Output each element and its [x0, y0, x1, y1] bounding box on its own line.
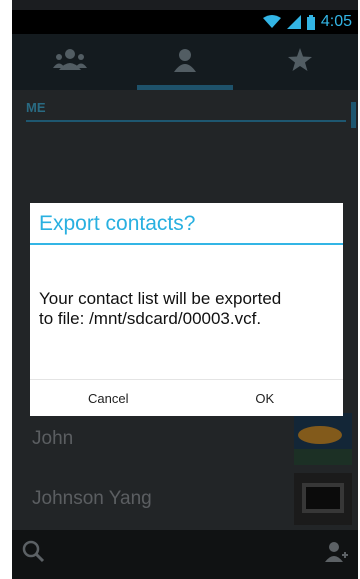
ok-button[interactable]: OK — [187, 380, 344, 417]
export-contacts-dialog: Export contacts? Your contact list will … — [30, 203, 343, 416]
cancel-button[interactable]: Cancel — [30, 380, 187, 417]
wifi-icon — [262, 15, 281, 29]
dialog-message: Your contact list will be exported to fi… — [39, 289, 282, 328]
dialog-title: Export contacts? — [30, 203, 343, 245]
dialog-button-bar: Cancel OK — [30, 379, 343, 417]
battery-icon — [306, 14, 315, 30]
status-time: 4:05 — [320, 13, 352, 30]
signal-icon — [286, 15, 301, 29]
status-bar: 4:05 — [12, 10, 358, 34]
